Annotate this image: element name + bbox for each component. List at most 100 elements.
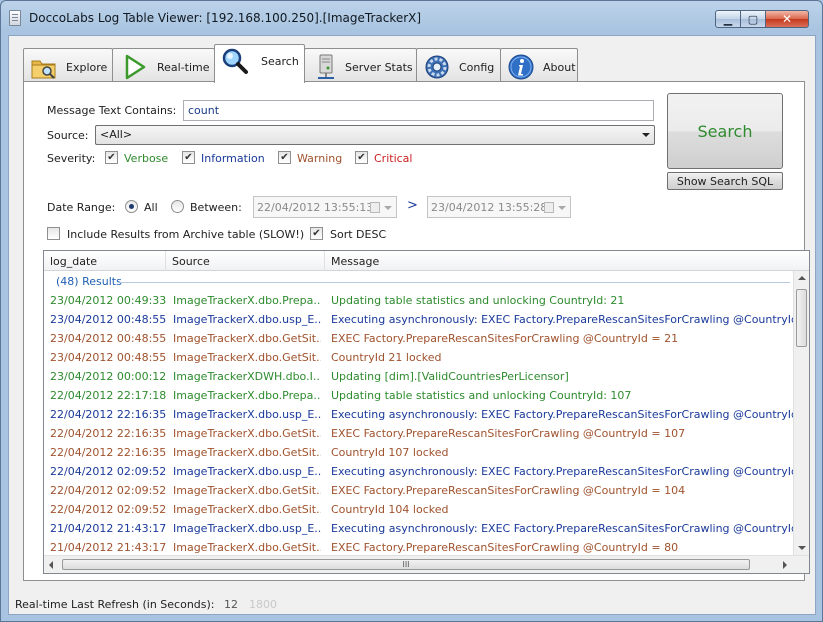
column-header-message[interactable]: Message <box>325 251 809 271</box>
window-title: DoccoLabs Log Table Viewer: [192.168.100… <box>29 11 422 25</box>
scroll-grip-icon: III <box>402 560 410 569</box>
cell-source: ImageTrackerX.dbo.usp_E... <box>173 313 321 326</box>
cell-message: Executing asynchronously: EXEC Factory.P… <box>331 313 793 326</box>
severity-critical-label[interactable]: Critical <box>374 152 412 165</box>
scroll-down-icon[interactable] <box>798 546 806 550</box>
column-header-log-date[interactable]: log_date <box>44 251 166 271</box>
refresh-interval-max: 1800 <box>249 598 277 611</box>
table-row[interactable]: 23/04/2012 00:48:55 ImageTrackerX.dbo.Get… <box>44 329 794 348</box>
vertical-scrollbar[interactable] <box>793 271 809 555</box>
tab-config-label: Config <box>459 61 495 74</box>
date-to-value: 23/04/2012 13:55:28 <box>431 201 548 214</box>
severity-warning-checkbox[interactable]: ✔ <box>278 151 291 164</box>
tab-server-stats[interactable]: Server Stats <box>304 48 417 82</box>
gear-icon <box>425 55 449 79</box>
play-icon <box>125 54 146 80</box>
calendar-icon <box>370 202 380 213</box>
date-from-picker[interactable]: 22/04/2012 13:55:13 <box>253 196 397 218</box>
tab-config[interactable]: Config <box>416 48 501 82</box>
minimize-button[interactable]: ▁ <box>715 10 741 28</box>
severity-verbose-checkbox[interactable]: ✔ <box>105 151 118 164</box>
close-button[interactable]: ✕ <box>765 10 809 28</box>
archive-checkbox[interactable] <box>47 227 60 240</box>
maximize-button[interactable]: ▢ <box>740 10 766 28</box>
cell-log-date: 22/04/2012 02:09:52 <box>50 484 167 497</box>
source-select[interactable]: <All> <box>95 125 655 145</box>
results-count: (48) Results <box>56 275 122 288</box>
table-row[interactable]: 22/04/2012 22:16:35 ImageTrackerX.dbo.Get… <box>44 424 794 443</box>
client-area: Explore Real-time Search Server Stats Co… <box>8 35 816 615</box>
table-row[interactable]: 23/04/2012 00:49:33 ImageTrackerX.dbo.Pre… <box>44 291 794 310</box>
results-group-header[interactable]: (48) Results <box>44 272 794 291</box>
tab-explore[interactable]: Explore <box>23 48 113 82</box>
refresh-interval-label: Real-time Last Refresh (in Seconds): <box>15 598 215 611</box>
cell-log-date: 22/04/2012 02:09:52 <box>50 465 167 478</box>
severity-critical-checkbox[interactable]: ✔ <box>355 151 368 164</box>
table-row[interactable]: 23/04/2012 00:48:55 ImageTrackerX.dbo.Get… <box>44 348 794 367</box>
source-select-value: <All> <box>100 128 133 141</box>
scroll-up-icon[interactable] <box>798 276 806 280</box>
tab-realtime[interactable]: Real-time <box>112 48 215 82</box>
refresh-interval-value[interactable]: 12 <box>224 598 238 611</box>
cell-source: ImageTrackerX.dbo.Prepa... <box>173 294 321 307</box>
table-row[interactable]: 22/04/2012 22:17:18 ImageTrackerX.dbo.Pre… <box>44 386 794 405</box>
table-row[interactable]: 21/04/2012 21:43:17 ImageTrackerX.dbo.usp… <box>44 519 794 538</box>
date-range-arrow: > <box>407 198 418 213</box>
message-text-input[interactable]: count <box>183 100 654 121</box>
cell-message: CountryId 107 locked <box>331 446 449 459</box>
date-range-all-label[interactable]: All <box>144 201 158 214</box>
tab-search[interactable]: Search <box>214 44 305 83</box>
cell-source: ImageTrackerX.dbo.GetSit... <box>173 503 321 516</box>
column-header-source[interactable]: Source <box>166 251 325 271</box>
cell-log-date: 23/04/2012 00:00:12 <box>50 370 167 383</box>
date-range-between-label[interactable]: Between: <box>190 201 242 214</box>
message-text-label: Message Text Contains: <box>47 104 177 117</box>
tab-about[interactable]: About <box>500 48 578 82</box>
cell-message: EXEC Factory.PrepareRescanSitesForCrawli… <box>331 541 679 554</box>
date-range-label: Date Range: <box>47 201 116 214</box>
table-row[interactable]: 22/04/2012 02:09:52 ImageTrackerX.dbo.Get… <box>44 500 794 519</box>
severity-verbose-label[interactable]: Verbose <box>124 152 168 165</box>
archive-label[interactable]: Include Results from Archive table (SLOW… <box>67 228 304 241</box>
cell-source: ImageTrackerX.dbo.GetSit... <box>173 446 321 459</box>
sort-desc-checkbox[interactable]: ✔ <box>310 227 323 240</box>
date-range-all-radio[interactable] <box>125 200 138 213</box>
scroll-left-icon[interactable] <box>49 561 53 569</box>
show-search-sql-button[interactable]: Show Search SQL <box>667 172 783 190</box>
table-row[interactable]: 22/04/2012 02:09:52 ImageTrackerX.dbo.usp… <box>44 462 794 481</box>
vertical-scroll-thumb[interactable] <box>796 289 807 347</box>
cell-log-date: 23/04/2012 00:49:33 <box>50 294 167 307</box>
date-range-between-radio[interactable] <box>171 200 184 213</box>
tab-realtime-label: Real-time <box>157 61 210 74</box>
table-row[interactable]: 23/04/2012 00:00:12 ImageTrackerXDWH.dbo.… <box>44 367 794 386</box>
cell-source: ImageTrackerX.dbo.GetSit... <box>173 351 321 364</box>
cell-message: EXEC Factory.PrepareRescanSitesForCrawli… <box>331 427 686 440</box>
table-row[interactable]: 22/04/2012 22:16:35 ImageTrackerX.dbo.Get… <box>44 443 794 462</box>
search-button[interactable]: Search <box>667 93 783 169</box>
magnifier-icon <box>222 48 248 74</box>
table-row[interactable]: 23/04/2012 00:48:55 ImageTrackerX.dbo.usp… <box>44 310 794 329</box>
date-to-picker[interactable]: 23/04/2012 13:55:28 <box>427 196 571 218</box>
horizontal-scroll-thumb[interactable]: III <box>62 559 750 570</box>
calendar-icon <box>544 202 554 213</box>
cell-source: ImageTrackerX.dbo.usp_E... <box>173 465 321 478</box>
title-bar[interactable]: DoccoLabs Log Table Viewer: [192.168.100… <box>1 1 822 35</box>
scroll-right-icon[interactable] <box>783 561 787 569</box>
chevron-down-icon <box>384 206 392 210</box>
tab-server-stats-label: Server Stats <box>345 61 413 74</box>
sort-desc-label[interactable]: Sort DESC <box>330 228 386 241</box>
info-icon <box>508 54 534 80</box>
cell-log-date: 22/04/2012 22:16:35 <box>50 446 167 459</box>
cell-source: ImageTrackerX.dbo.GetSit... <box>173 332 321 345</box>
cell-log-date: 23/04/2012 00:48:55 <box>50 313 167 326</box>
date-from-value: 22/04/2012 13:55:13 <box>257 201 374 214</box>
horizontal-scrollbar[interactable]: III <box>44 555 809 573</box>
severity-information-label[interactable]: Information <box>201 152 265 165</box>
app-document-icon <box>9 10 21 26</box>
severity-warning-label[interactable]: Warning <box>297 152 342 165</box>
server-icon <box>318 54 334 79</box>
table-row[interactable]: 22/04/2012 02:09:52 ImageTrackerX.dbo.Get… <box>44 481 794 500</box>
table-row[interactable]: 22/04/2012 22:16:35 ImageTrackerX.dbo.usp… <box>44 405 794 424</box>
cell-message: EXEC Factory.PrepareRescanSitesForCrawli… <box>331 332 679 345</box>
severity-information-checkbox[interactable]: ✔ <box>182 151 195 164</box>
